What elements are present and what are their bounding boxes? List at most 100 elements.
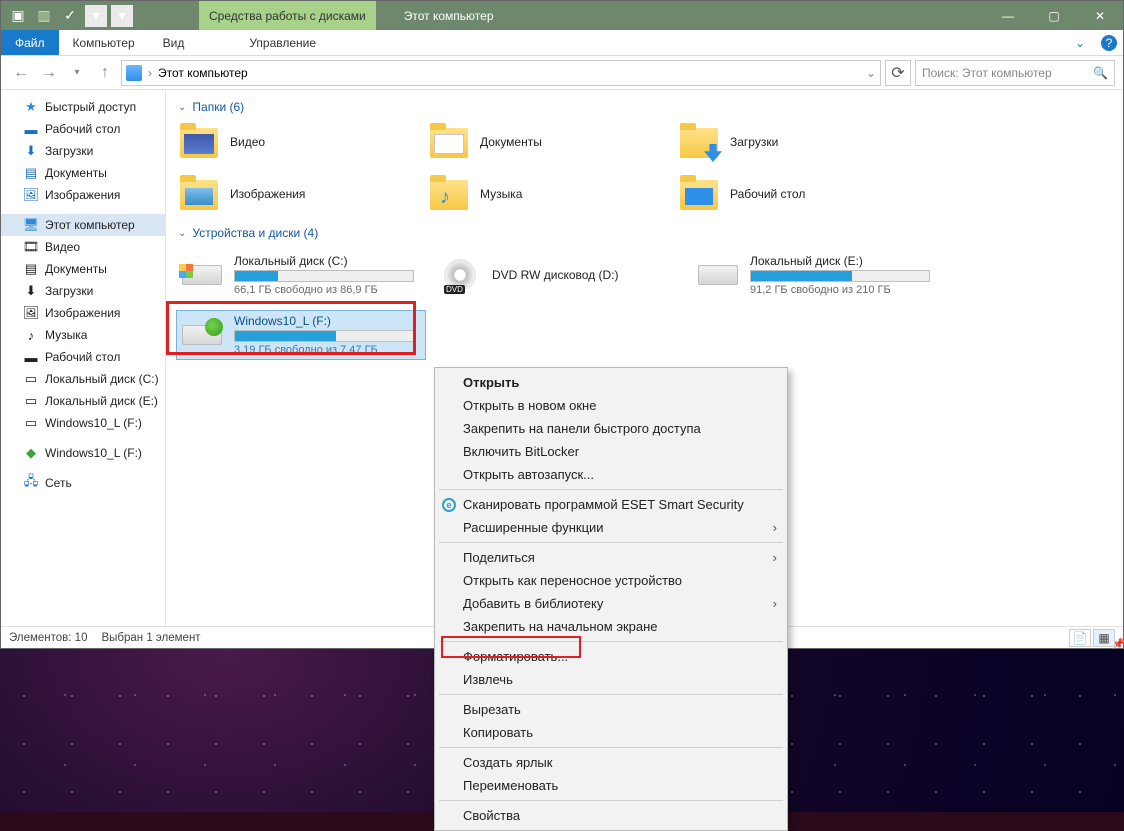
maximize-button[interactable]: ▢ [1031,1,1077,30]
usb-drive-icon [180,317,224,353]
ctx-label: Создать ярлык [463,755,552,770]
desktop-icon: ▬ [23,349,39,365]
ctx-advanced[interactable]: Расширенные функции› [435,516,787,539]
nav-win10-f[interactable]: ▭Windows10_L (F:) [1,412,165,434]
ctx-open[interactable]: Открыть [435,371,787,394]
ctx-create-shortcut[interactable]: Создать ярлык [435,751,787,774]
folder-label: Изображения [230,187,305,201]
ctx-separator [439,641,783,642]
folder-icon [180,124,220,160]
ctx-autoplay[interactable]: Открыть автозапуск... [435,463,787,486]
usb-drive-icon: ◆ [23,445,39,461]
address-dropdown-icon[interactable]: ⌄ [866,66,876,80]
drive-name: Windows10_L (F:) [234,314,414,328]
nav-pictures[interactable]: 🖼Изображения [1,302,165,324]
tab-computer[interactable]: Компьютер [59,30,149,55]
ctx-open-new-window[interactable]: Открыть в новом окне [435,394,787,417]
group-drives-header[interactable]: ⌄Устройства и диски (4) [176,222,1113,246]
qat-newfolder-icon[interactable]: ▥ [33,5,55,27]
drive-icon: ▭ [23,371,39,387]
tab-view[interactable]: Вид [149,30,199,55]
ctx-eset-scan[interactable]: eСканировать программой ESET Smart Secur… [435,493,787,516]
nav-quick-access[interactable]: ★Быстрый доступ [1,96,165,118]
folder-icon [430,124,470,160]
nav-documents[interactable]: ▤Документы [1,258,165,280]
ctx-copy[interactable]: Копировать [435,721,787,744]
folder-label: Музыка [480,187,522,201]
nav-desktop[interactable]: ▬Рабочий стол [1,346,165,368]
ctx-label: Сканировать программой ESET Smart Securi… [463,497,744,512]
ctx-rename[interactable]: Переименовать [435,774,787,797]
qat-paste-icon[interactable]: ▾ [111,5,133,27]
close-button[interactable]: ✕ [1077,1,1123,30]
drives-grid: Локальный диск (C:) 66,1 ГБ свободно из … [176,250,1113,360]
network-icon: 🖧 [23,475,39,491]
qat-dropdown-icon[interactable]: ▾ [85,5,107,27]
tab-manage[interactable]: Управление [235,30,330,55]
pc-icon [126,65,142,81]
ctx-label: Закрепить на панели быстрого доступа [463,421,701,436]
drive-e[interactable]: Локальный диск (E:) 91,2 ГБ свободно из … [692,250,942,300]
folder-desktop[interactable]: Рабочий стол [676,172,926,216]
ctx-label: Поделиться [463,550,535,565]
folder-icon [680,176,720,212]
recent-dropdown-icon[interactable]: ▾ [65,61,89,85]
ctx-share[interactable]: Поделиться› [435,546,787,569]
ctx-bitlocker[interactable]: Включить BitLocker [435,440,787,463]
help-icon[interactable]: ? [1101,35,1117,51]
view-details-button[interactable]: 📄 [1069,629,1091,647]
quick-access-toolbar: ▣ ▥ ✓ ▾ ▾ [1,5,139,27]
nav-downloads[interactable]: ⬇Загрузки [1,280,165,302]
ctx-eject[interactable]: Извлечь [435,668,787,691]
drive-d-dvd[interactable]: DVD DVD RW дисковод (D:) [434,250,684,300]
nav-desktop-quick[interactable]: ▬Рабочий стол📌 [1,118,165,140]
ctx-pin-quick-access[interactable]: Закрепить на панели быстрого доступа [435,417,787,440]
nav-downloads-quick[interactable]: ⬇Загрузки📌 [1,140,165,162]
folder-label: Документы [480,135,542,149]
forward-button[interactable]: → [37,61,61,85]
ctx-label: Свойства [463,808,520,823]
ctx-open-portable[interactable]: Открыть как переносное устройство [435,569,787,592]
ctx-format[interactable]: Форматировать... [435,645,787,668]
drive-c[interactable]: Локальный диск (C:) 66,1 ГБ свободно из … [176,250,426,300]
group-folders-header[interactable]: ⌄Папки (6) [176,96,1113,120]
downloads-icon: ⬇ [23,283,39,299]
nav-win10-f-ext[interactable]: ◆Windows10_L (F:) [1,442,165,464]
refresh-button[interactable]: ⟳ [885,60,911,86]
ctx-separator [439,694,783,695]
pictures-icon: 🖼 [23,305,39,321]
qat-icon[interactable]: ✓ [59,5,81,27]
ctx-properties[interactable]: Свойства [435,804,787,827]
nav-local-c[interactable]: ▭Локальный диск (C:) [1,368,165,390]
folder-documents[interactable]: Документы [426,120,676,164]
ctx-label: Извлечь [463,672,513,687]
ctx-cut[interactable]: Вырезать [435,698,787,721]
tab-file[interactable]: Файл [1,30,59,55]
search-box[interactable]: Поиск: Этот компьютер 🔍 [915,60,1115,86]
nav-pictures-quick[interactable]: 🖼Изображения📌 [1,184,165,206]
folder-music[interactable]: ♪Музыка [426,172,676,216]
submenu-arrow-icon: › [773,520,777,535]
drive-subtitle: 91,2 ГБ свободно из 210 ГБ [750,284,930,296]
ctx-pin-start[interactable]: Закрепить на начальном экране [435,615,787,638]
up-button[interactable]: ↑ [93,61,117,85]
dvd-drive-icon: DVD [438,257,482,293]
folder-downloads[interactable]: Загрузки [676,120,926,164]
nav-music[interactable]: ♪Музыка [1,324,165,346]
address-bar[interactable]: › Этот компьютер ⌄ [121,60,881,86]
qat-properties-icon[interactable]: ▣ [7,5,29,27]
ctx-add-library[interactable]: Добавить в библиотеку› [435,592,787,615]
back-button[interactable]: ← [9,61,33,85]
folder-videos[interactable]: Видео [176,120,426,164]
folder-pictures[interactable]: Изображения [176,172,426,216]
ribbon-expand-icon[interactable]: ⌄ [1065,30,1095,56]
minimize-button[interactable]: — [985,1,1031,30]
drive-f-selected[interactable]: Windows10_L (F:) 3,19 ГБ свободно из 7,4… [176,310,426,360]
ctx-separator [439,747,783,748]
breadcrumb-sep-icon: › [148,66,152,80]
nav-videos[interactable]: 🎞Видео [1,236,165,258]
nav-network[interactable]: 🖧Сеть [1,472,165,494]
nav-local-e[interactable]: ▭Локальный диск (E:) [1,390,165,412]
nav-this-pc[interactable]: 🖥Этот компьютер [1,214,165,236]
nav-documents-quick[interactable]: ▤Документы📌 [1,162,165,184]
